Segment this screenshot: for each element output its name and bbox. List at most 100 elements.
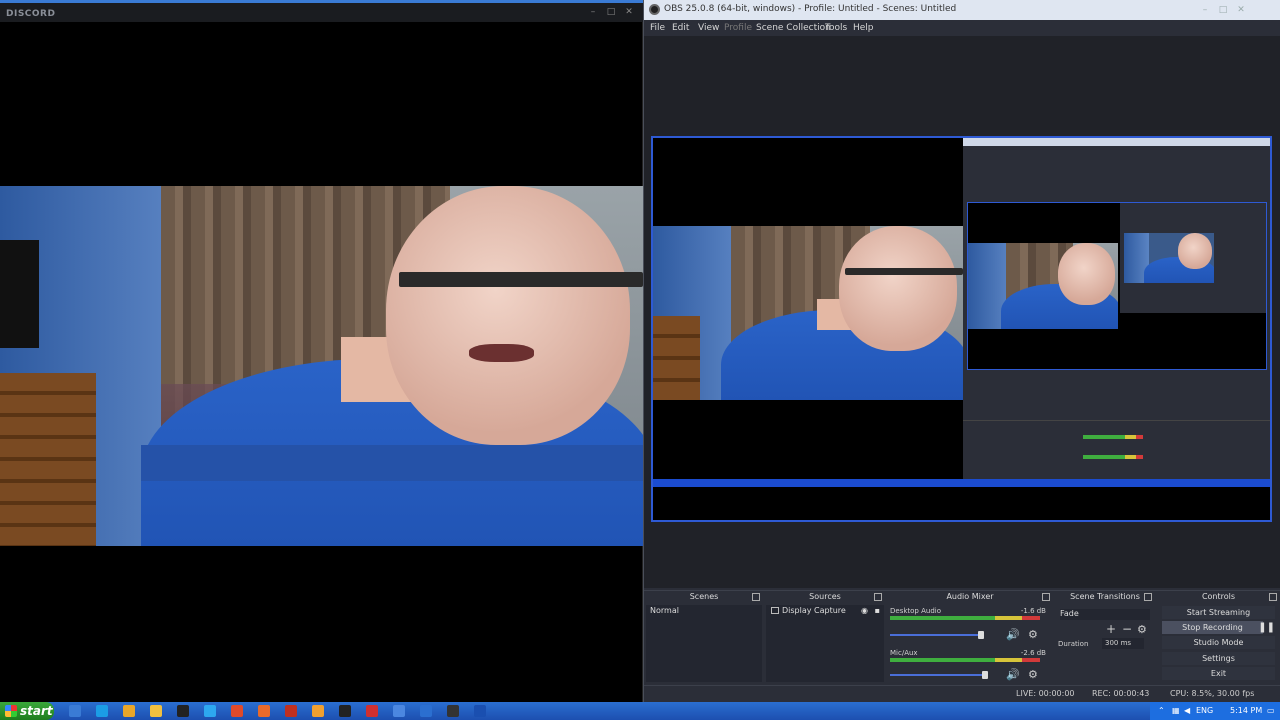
pause-icon[interactable]: ❚❚ (1258, 622, 1275, 633)
webcam-tv (0, 240, 39, 348)
dock-float-icon[interactable] (1269, 593, 1277, 601)
dock-float-icon[interactable] (874, 593, 882, 601)
add-icon[interactable]: + (1106, 622, 1116, 636)
scene-item[interactable]: Normal (648, 605, 760, 617)
taskbar-app-icon[interactable] (69, 705, 81, 717)
mixer-meter (890, 616, 1040, 620)
dock-float-icon[interactable] (752, 593, 760, 601)
mixer-volume-slider[interactable] (890, 634, 978, 636)
webcam-person-glasses (398, 272, 643, 287)
mixer-volume-knob[interactable] (982, 671, 988, 679)
taskbar-app-icon[interactable] (177, 705, 189, 717)
clock[interactable]: 5:14 PM (1230, 702, 1262, 720)
menu-tools[interactable]: Tools (825, 23, 847, 33)
obs-titlebar: OBS 25.0.8 (64-bit, windows) - Profile: … (644, 0, 1280, 20)
taskbar-app-icon[interactable] (204, 705, 216, 717)
minimize-icon[interactable]: – (1200, 5, 1210, 15)
webcam-shirt-stripe (141, 445, 643, 482)
taskbar-app-icon[interactable] (339, 705, 351, 717)
close-icon[interactable]: ✕ (624, 7, 634, 17)
lock-icon[interactable]: ▪ (875, 605, 880, 617)
discord-window-controls: – □ ✕ (588, 7, 634, 17)
notifications-icon[interactable]: ▭ (1267, 702, 1275, 720)
dock-float-icon[interactable] (1144, 593, 1152, 601)
taskbar-app-icon[interactable] (96, 705, 108, 717)
start-button[interactable]: start (0, 702, 54, 720)
mixer-volume-slider[interactable] (890, 674, 984, 676)
taskbar: start ⌃ ▦ ◀ ENG 5:14 PM ▭ (0, 702, 1280, 720)
obs-logo-icon (649, 4, 660, 15)
duration-input[interactable]: 300 ms (1102, 638, 1144, 649)
scenes-list: Normal (646, 605, 762, 682)
minimize-icon[interactable]: – (588, 7, 598, 17)
taskbar-app-icon[interactable] (447, 705, 459, 717)
source-item[interactable]: Display Capture ◉ ▪ (768, 605, 882, 617)
settings-button[interactable]: Settings (1162, 652, 1275, 665)
taskbar-app-icon[interactable] (366, 705, 378, 717)
mixer-channel-name: Desktop Audio (890, 607, 941, 615)
obs-preview[interactable] (651, 136, 1272, 522)
menu-edit[interactable]: Edit (672, 23, 689, 33)
transition-select[interactable]: Fade (1060, 609, 1150, 620)
menu-scene-collection[interactable]: Scene Collection (756, 23, 831, 33)
mixer-volume-knob[interactable] (978, 631, 984, 639)
maximize-icon[interactable]: □ (606, 7, 616, 17)
taskbar-app-icon[interactable] (285, 705, 297, 717)
preview-obs-docks (963, 420, 1270, 472)
live-status: LIVE: 00:00:00 (1016, 689, 1075, 698)
sources-list: Display Capture ◉ ▪ (766, 605, 884, 682)
webcam-video[interactable] (0, 186, 643, 546)
studio-mode-button[interactable]: Studio Mode (1162, 636, 1275, 649)
taskbar-app-icon[interactable] (123, 705, 135, 717)
language-indicator[interactable]: ENG (1196, 702, 1213, 720)
start-streaming-button[interactable]: Start Streaming (1162, 606, 1275, 619)
stop-recording-button[interactable]: Stop Recording (1162, 621, 1263, 634)
preview-discord-capture (653, 138, 963, 479)
mixer-meter (890, 658, 1040, 662)
gear-icon[interactable]: ⚙ (1028, 668, 1038, 681)
mixer-channel-db: -2.6 dB (1020, 649, 1046, 657)
gear-icon[interactable]: ⚙ (1137, 623, 1147, 636)
sources-dock-title: Sources (764, 591, 886, 604)
taskbar-app-icon[interactable] (312, 705, 324, 717)
start-label: start (20, 704, 53, 718)
obs-workspace (644, 36, 1280, 588)
taskbar-app-icon[interactable] (150, 705, 162, 717)
scenes-dock-title: Scenes (644, 591, 764, 604)
preview-dresser (653, 316, 700, 400)
taskbar-app-icon[interactable] (231, 705, 243, 717)
volume-icon[interactable]: ◀ (1184, 702, 1190, 720)
preview-nested-preview (967, 202, 1267, 370)
preview-meter (1083, 435, 1143, 439)
obs-title: OBS 25.0.8 (64-bit, windows) - Profile: … (664, 4, 957, 14)
webcam-person-head (385, 186, 631, 446)
audio-mixer-title: Audio Mixer (886, 591, 1054, 604)
taskbar-app-icon[interactable] (393, 705, 405, 717)
windows-flag-icon (5, 705, 17, 717)
speaker-icon[interactable]: 🔊 (1006, 628, 1020, 641)
speaker-icon[interactable]: 🔊 (1006, 668, 1020, 681)
nested2-head (1178, 233, 1213, 269)
remove-icon[interactable]: − (1122, 622, 1132, 636)
taskbar-app-icon[interactable] (258, 705, 270, 717)
maximize-icon[interactable]: □ (1218, 5, 1228, 15)
menu-profile[interactable]: Profile (724, 23, 752, 33)
preview-nested-webcam-2 (1124, 233, 1214, 283)
taskbar-app-icon[interactable] (474, 705, 486, 717)
dock-float-icon[interactable] (1042, 593, 1050, 601)
exit-button[interactable]: Exit (1162, 667, 1275, 680)
menu-view[interactable]: View (698, 23, 719, 33)
menu-file[interactable]: File (650, 23, 665, 33)
menu-help[interactable]: Help (853, 23, 874, 33)
eye-icon[interactable]: ◉ (861, 605, 868, 617)
network-icon[interactable]: ▦ (1172, 702, 1180, 720)
scene-transitions-title: Scene Transitions (1054, 591, 1156, 604)
gear-icon[interactable]: ⚙ (1028, 628, 1038, 641)
rec-status: REC: 00:00:43 (1092, 689, 1150, 698)
controls-title: Controls (1156, 591, 1280, 604)
duration-label: Duration (1058, 640, 1089, 648)
webcam-dresser (0, 373, 97, 546)
show-hidden-icons-icon[interactable]: ⌃ (1158, 702, 1165, 720)
close-icon[interactable]: ✕ (1236, 5, 1246, 15)
taskbar-app-icon[interactable] (420, 705, 432, 717)
